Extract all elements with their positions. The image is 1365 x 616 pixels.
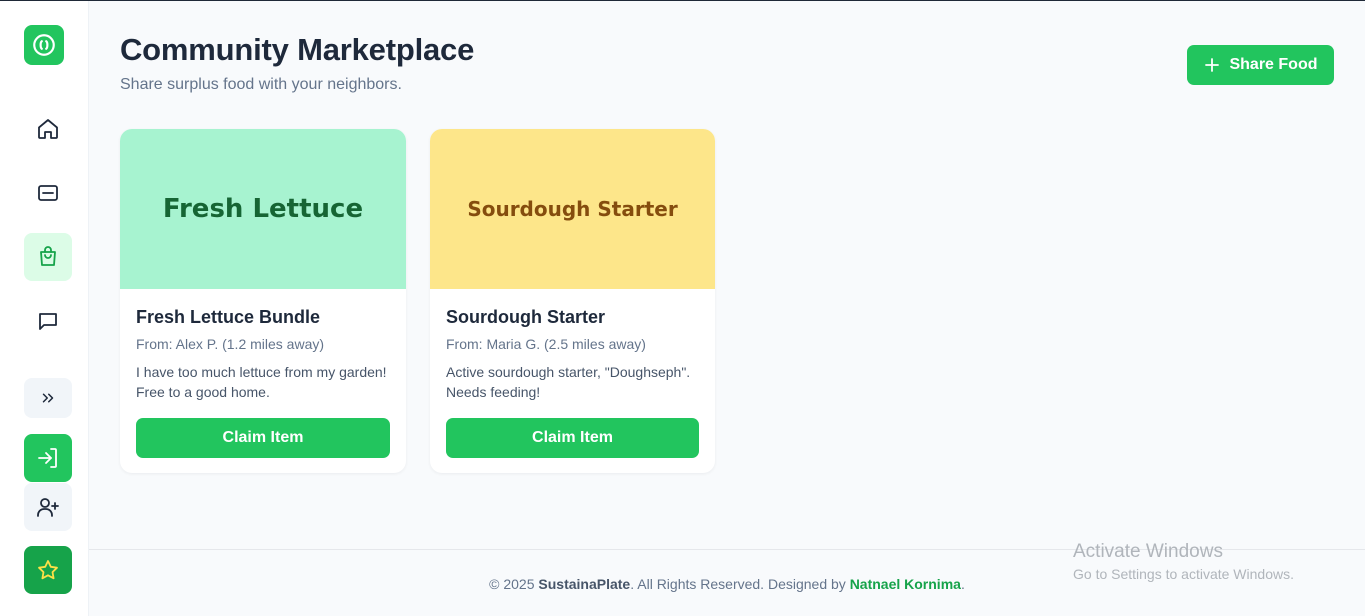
claim-item-button[interactable]: Claim Item xyxy=(136,418,390,458)
footer-brand: SustainaPlate xyxy=(538,576,631,592)
share-food-label: Share Food xyxy=(1229,56,1318,73)
chevrons-right-icon xyxy=(42,393,54,403)
listing-image-text: Fresh Lettuce xyxy=(162,194,364,224)
user-plus-icon xyxy=(37,498,59,517)
login-button[interactable] xyxy=(24,434,72,482)
claim-item-button[interactable]: Claim Item xyxy=(446,418,699,458)
footer-author-link[interactable]: Natnael Kornima xyxy=(850,576,961,592)
listing-image: Fresh Lettuce xyxy=(120,129,406,289)
activate-windows-watermark: Activate Windows Go to Settings to activ… xyxy=(1073,541,1294,582)
register-button[interactable] xyxy=(24,483,72,531)
listing-owner: From: Maria G. (2.5 miles away) xyxy=(446,336,646,352)
message-square-icon xyxy=(39,313,57,330)
sidebar-item-dashboard[interactable] xyxy=(24,169,72,217)
listing-description: I have too much lettuce from my garden! … xyxy=(136,364,387,400)
page-subtitle: Share surplus food with your neighbors. xyxy=(120,76,402,93)
shopping-bag-icon xyxy=(40,246,56,266)
star-icon xyxy=(38,560,58,580)
plus-icon xyxy=(1205,58,1220,72)
sidebar xyxy=(0,0,89,616)
app-logo[interactable] xyxy=(24,25,64,65)
sidebar-item-home[interactable] xyxy=(24,105,72,153)
listing-image-text: Sourdough Starter xyxy=(467,197,678,221)
listing-title: Sourdough Starter xyxy=(446,307,606,327)
window-top-border xyxy=(0,0,1365,1)
recycle-leaf-icon xyxy=(33,34,55,56)
log-in-icon xyxy=(38,448,57,468)
footer-suffix: . xyxy=(960,576,965,592)
listing-owner: From: Alex P. (1.2 miles away) xyxy=(136,336,325,352)
main-content: Community Marketplace Share surplus food… xyxy=(89,0,1365,616)
sidebar-item-marketplace[interactable] xyxy=(24,233,72,281)
listing-card: Fresh Lettuce Fresh Lettuce Bundle From:… xyxy=(120,129,406,473)
page-title: Community Marketplace xyxy=(120,32,475,67)
favorites-button[interactable] xyxy=(24,546,72,594)
footer-prefix: © 2025 xyxy=(489,576,539,592)
share-food-button[interactable]: Share Food xyxy=(1187,45,1334,85)
listing-title: Fresh Lettuce Bundle xyxy=(136,307,321,327)
footer-middle: . All Rights Reserved. Designed by xyxy=(630,576,850,592)
sidebar-item-messages[interactable] xyxy=(24,297,72,345)
sidebar-expand-button[interactable] xyxy=(24,378,72,418)
listing-image: Sourdough Starter xyxy=(430,129,715,289)
watermark-title: Activate Windows xyxy=(1073,541,1223,562)
minus-square-icon xyxy=(38,185,58,201)
home-icon xyxy=(38,119,58,139)
watermark-subtitle: Go to Settings to activate Windows. xyxy=(1073,566,1294,582)
listing-description: Active sourdough starter, "Doughseph". N… xyxy=(446,364,691,400)
listing-card: Sourdough Starter Sourdough Starter From… xyxy=(430,129,715,473)
